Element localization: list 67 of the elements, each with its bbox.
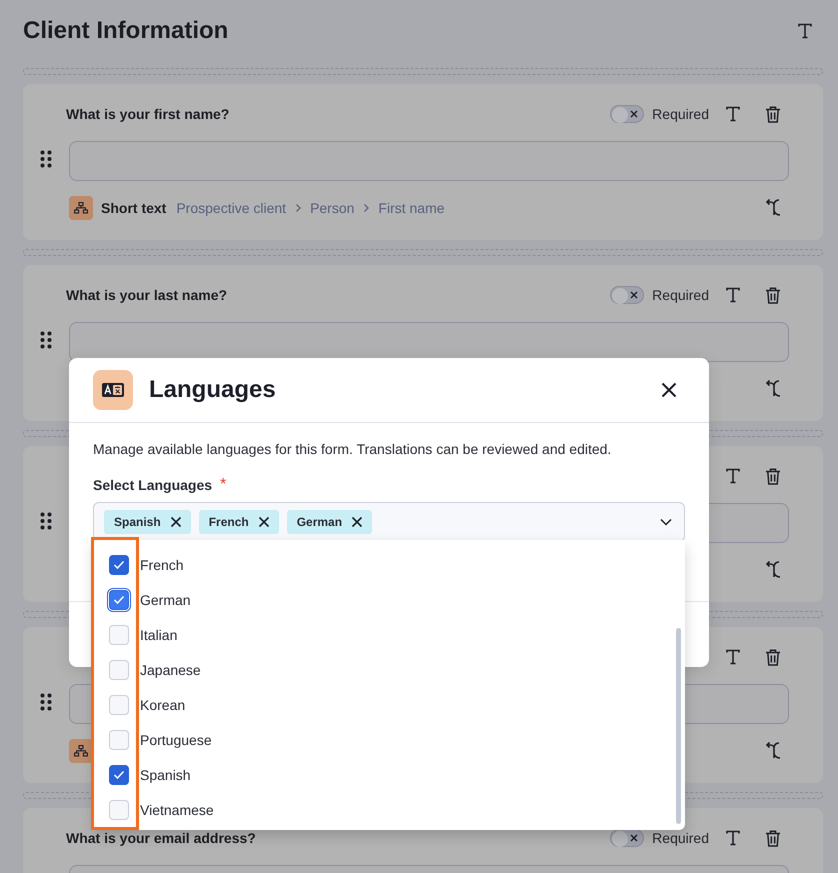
remove-icon[interactable] bbox=[170, 516, 182, 528]
question-label: What is your first name? bbox=[66, 106, 230, 122]
text-format-icon[interactable] bbox=[725, 649, 741, 665]
checkbox[interactable] bbox=[109, 554, 129, 574]
language-option[interactable]: German bbox=[140, 592, 191, 608]
language-option[interactable]: Portuguese bbox=[140, 732, 212, 748]
x-icon bbox=[630, 110, 638, 118]
text-format-icon[interactable] bbox=[797, 23, 813, 39]
required-asterisk: * bbox=[220, 475, 226, 495]
drag-handle-icon[interactable] bbox=[40, 150, 52, 168]
drag-handle-icon[interactable] bbox=[40, 512, 52, 530]
close-icon[interactable] bbox=[661, 382, 677, 398]
text-format-icon[interactable] bbox=[725, 106, 741, 122]
network-icon bbox=[69, 196, 93, 220]
x-icon bbox=[630, 291, 638, 299]
language-option[interactable]: Japanese bbox=[140, 662, 201, 678]
drag-handle-icon[interactable] bbox=[40, 330, 52, 348]
trash-icon[interactable] bbox=[765, 648, 781, 666]
check-icon bbox=[113, 770, 125, 780]
language-chip: French bbox=[198, 510, 279, 534]
language-chip: Spanish bbox=[104, 510, 191, 534]
trash-icon[interactable] bbox=[765, 286, 781, 304]
chevron-right-icon bbox=[294, 202, 302, 212]
network-icon bbox=[69, 738, 93, 762]
remove-icon[interactable] bbox=[351, 516, 364, 528]
dialog-title: Languages bbox=[149, 376, 277, 404]
required-label: Required bbox=[652, 106, 709, 122]
language-select[interactable]: Spanish French German bbox=[93, 502, 685, 542]
branch-icon[interactable] bbox=[765, 558, 783, 578]
trash-icon[interactable] bbox=[765, 830, 781, 846]
question-label: What is your last name? bbox=[66, 287, 228, 303]
translate-icon bbox=[93, 370, 133, 410]
text-format-icon[interactable] bbox=[725, 287, 741, 303]
branch-icon[interactable] bbox=[765, 196, 783, 216]
remove-icon[interactable] bbox=[258, 516, 270, 528]
required-toggle[interactable] bbox=[610, 829, 644, 847]
required-toggle[interactable] bbox=[610, 105, 644, 123]
question-label: What is your email address? bbox=[66, 830, 256, 846]
branch-icon[interactable] bbox=[765, 377, 783, 397]
text-format-icon[interactable] bbox=[725, 830, 741, 846]
field-label: Select Languages bbox=[93, 476, 212, 495]
language-option[interactable]: Italian bbox=[140, 626, 178, 642]
answer-field[interactable] bbox=[69, 141, 789, 181]
branch-icon[interactable] bbox=[765, 739, 783, 759]
trash-icon[interactable] bbox=[765, 468, 781, 484]
language-option[interactable]: French bbox=[140, 556, 184, 572]
text-format-icon[interactable] bbox=[725, 468, 741, 484]
required-toggle[interactable] bbox=[610, 286, 644, 304]
check-icon bbox=[113, 594, 125, 604]
page-title: Client Information bbox=[23, 17, 228, 45]
required-label: Required bbox=[652, 287, 709, 303]
language-option[interactable]: Spanish bbox=[140, 766, 191, 782]
checkbox[interactable] bbox=[109, 764, 129, 784]
x-icon bbox=[630, 834, 638, 842]
language-option[interactable]: Korean bbox=[140, 696, 186, 712]
required-label: Required bbox=[652, 830, 709, 846]
answer-field[interactable] bbox=[69, 322, 789, 362]
chevron-right-icon bbox=[362, 202, 370, 212]
dialog-description: Manage available languages for this form. Translations can be reviewed and edited. bbox=[93, 440, 612, 459]
drag-handle-icon[interactable] bbox=[40, 692, 52, 710]
trash-icon[interactable] bbox=[765, 106, 781, 122]
language-chip: German bbox=[286, 510, 372, 534]
language-option[interactable]: Vietnamese bbox=[140, 802, 214, 818]
scrollbar[interactable] bbox=[676, 628, 681, 824]
check-icon bbox=[113, 560, 125, 570]
field-type-label: Short text bbox=[101, 200, 166, 216]
chevron-down-icon[interactable] bbox=[660, 518, 672, 526]
